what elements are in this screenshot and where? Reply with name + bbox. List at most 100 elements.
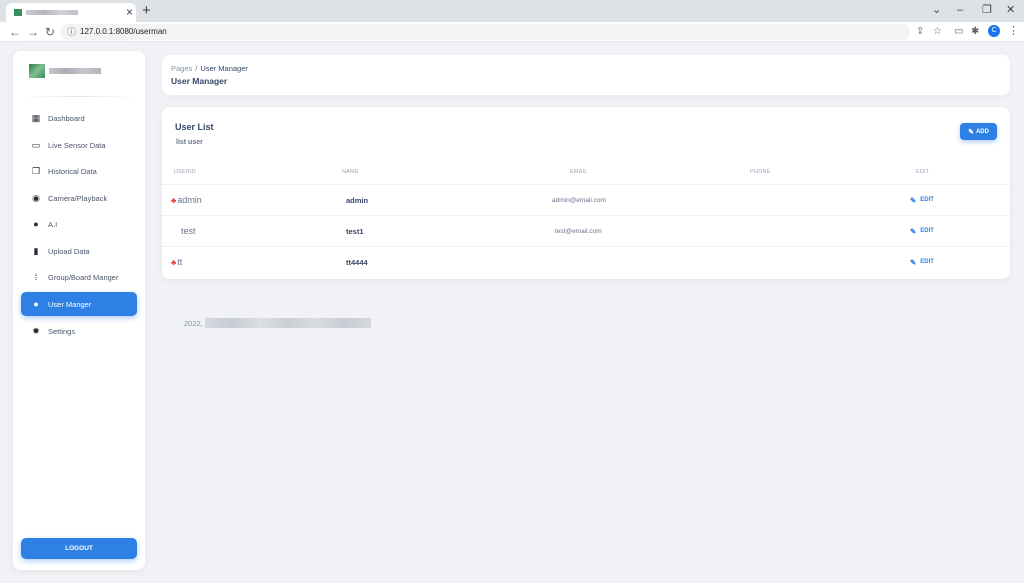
browser-tab[interactable]: × xyxy=(6,3,136,22)
page-title: User Manager xyxy=(171,76,228,86)
sidebar-item-label: Dashboard xyxy=(48,113,85,123)
column-header-phone: PHONE xyxy=(750,169,771,175)
email-cell: admin@email.com xyxy=(552,185,606,215)
name-cell: test1 xyxy=(346,216,364,246)
user-list-card: User List list user ✎ ADD USERID NAME EM… xyxy=(162,107,1010,279)
tab-close-icon[interactable]: × xyxy=(126,5,133,19)
profile-avatar[interactable]: C xyxy=(988,25,1000,37)
add-button-label: ADD xyxy=(975,128,989,135)
sidebar-item-label: Group/Board Manger xyxy=(48,272,119,282)
userid-cell: ♣ admin xyxy=(171,185,202,215)
reload-icon[interactable]: ↻ xyxy=(45,24,55,40)
sidebar-item-user-manger[interactable]: ● User Manger xyxy=(21,292,137,316)
userid-cell: ♣ tt xyxy=(171,247,182,277)
address-bar[interactable]: ⓘ 127.0.0.1:8080/userman xyxy=(60,24,910,40)
breadcrumb-separator: / xyxy=(195,64,198,73)
tab-title-redacted xyxy=(26,10,78,15)
column-header-edit: EDIT xyxy=(916,169,930,175)
sidebar-item-label: A.I xyxy=(48,219,58,229)
admin-user-icon: ♣ xyxy=(171,195,177,205)
forward-icon[interactable]: → xyxy=(27,24,39,40)
restore-icon[interactable]: ❐ xyxy=(982,3,992,17)
name-cell: admin xyxy=(346,185,368,215)
minimize-icon[interactable]: – xyxy=(957,3,963,17)
sidebar-item-label: Settings xyxy=(48,326,76,336)
pencil-icon: ✎ xyxy=(910,257,917,267)
sidebar-item-label: Live Sensor Data xyxy=(48,140,106,150)
app-root: ▦ Dashboard ▭ Live Sensor Data ❐ Histori… xyxy=(0,42,1024,583)
breadcrumb-pages-link[interactable]: Pages xyxy=(171,64,192,73)
favicon-icon xyxy=(14,9,22,16)
back-icon[interactable]: ← xyxy=(9,24,21,40)
name-cell: tt4444 xyxy=(346,247,368,277)
cast-icon: ▭ xyxy=(31,140,41,150)
edit-label: EDIT xyxy=(920,197,934,203)
bookmark-star-icon[interactable]: ☆ xyxy=(933,25,942,39)
dashboard-icon: ▦ xyxy=(31,113,41,123)
breadcrumb-current: User Manager xyxy=(200,64,248,73)
sidebar-item-historical-data[interactable]: ❐ Historical Data xyxy=(21,159,137,183)
play-circle-icon: ◉ xyxy=(32,193,40,203)
upload-file-icon: ▮ xyxy=(33,246,39,256)
sidebar-item-live-sensor-data[interactable]: ▭ Live Sensor Data xyxy=(21,133,137,157)
logout-button[interactable]: LOGOUT xyxy=(21,538,137,559)
footer-copyright: 2022, xyxy=(184,318,203,328)
footer: 2022, xyxy=(184,318,371,328)
edit-cell: ✎ EDIT xyxy=(910,216,934,246)
sidebar-item-label: Historical Data xyxy=(48,166,97,176)
url-text[interactable]: 127.0.0.1:8080/userman xyxy=(80,27,167,37)
name-text: tt4444 xyxy=(346,257,368,267)
browser-toolbar: ← → ↻ ⓘ 127.0.0.1:8080/userman ⇪ ☆ ▭ ✱ xyxy=(0,22,1024,42)
breadcrumb: Pages / User Manager xyxy=(171,64,248,73)
tab-search-icon[interactable]: ⌄ xyxy=(932,3,941,17)
sidebar-item-label: User Manger xyxy=(48,299,92,309)
sidebar-item-group-board-manger[interactable]: ⁞ Group/Board Manger xyxy=(21,265,137,289)
user-list-title: User List xyxy=(175,122,214,132)
userid-text: test xyxy=(181,226,196,236)
extensions-puzzle-icon[interactable]: ✱ xyxy=(971,25,979,39)
sidebar-item-ai[interactable]: ● A.I xyxy=(21,212,137,236)
edit-user-button[interactable]: ✎ EDIT xyxy=(910,227,934,236)
sidebar-item-upload-data[interactable]: ▮ Upload Data xyxy=(21,239,137,263)
location-pin-icon: ● xyxy=(33,219,39,229)
sidebar-item-dashboard[interactable]: ▦ Dashboard xyxy=(21,106,137,130)
name-text: admin xyxy=(346,195,369,205)
table-row: ♣ admin admin admin@email.com ✎ EDIT xyxy=(162,185,1010,215)
edit-cell: ✎ EDIT xyxy=(910,247,934,277)
sidebar-item-camera-playback[interactable]: ◉ Camera/Playback xyxy=(21,186,137,210)
userid-text: tt xyxy=(177,257,183,267)
column-header-name: NAME xyxy=(342,169,359,175)
edit-user-button[interactable]: ✎ EDIT xyxy=(910,258,934,267)
share-icon[interactable]: ⇪ xyxy=(916,25,924,39)
cast-tab-icon[interactable]: ▭ xyxy=(954,25,963,39)
edit-cell: ✎ EDIT xyxy=(910,185,934,215)
userid-text: admin xyxy=(177,195,202,205)
footer-redacted xyxy=(204,318,371,328)
email-text: test@email.com xyxy=(555,227,602,235)
add-user-button[interactable]: ✎ ADD xyxy=(960,123,997,140)
brand-name-redacted xyxy=(49,68,101,74)
sidebar: ▦ Dashboard ▭ Live Sensor Data ❐ Histori… xyxy=(13,51,145,570)
library-icon: ❐ xyxy=(31,166,41,176)
edit-label: EDIT xyxy=(920,228,934,234)
site-info-icon[interactable]: ⓘ xyxy=(67,26,76,38)
pencil-icon: ✎ xyxy=(968,128,974,136)
sidebar-item-label: Upload Data xyxy=(48,246,90,256)
browser-menu-icon[interactable]: ⋮ xyxy=(1008,24,1019,38)
email-text: admin@email.com xyxy=(552,196,606,204)
page-header: Pages / User Manager User Manager xyxy=(162,55,1010,95)
brand-logo[interactable] xyxy=(29,64,45,78)
admin-user-icon: ♣ xyxy=(171,257,177,267)
close-window-icon[interactable]: ✕ xyxy=(1006,3,1015,17)
edit-user-button[interactable]: ✎ EDIT xyxy=(910,196,934,205)
browser-tab-bar: × + ⌄ – ❐ ✕ xyxy=(0,0,1024,22)
name-text: test1 xyxy=(346,226,364,236)
sidebar-divider xyxy=(21,96,137,97)
gear-icon: ✹ xyxy=(32,326,40,336)
user-list-subtitle: list user xyxy=(176,139,203,146)
new-tab-button[interactable]: + xyxy=(142,3,151,19)
graphic-eq-icon: ⁞ xyxy=(34,272,38,282)
table-row: ♣ tt tt4444 ✎ EDIT xyxy=(162,247,1010,277)
sidebar-item-label: Camera/Playback xyxy=(48,193,108,203)
sidebar-item-settings[interactable]: ✹ Settings xyxy=(21,319,137,343)
